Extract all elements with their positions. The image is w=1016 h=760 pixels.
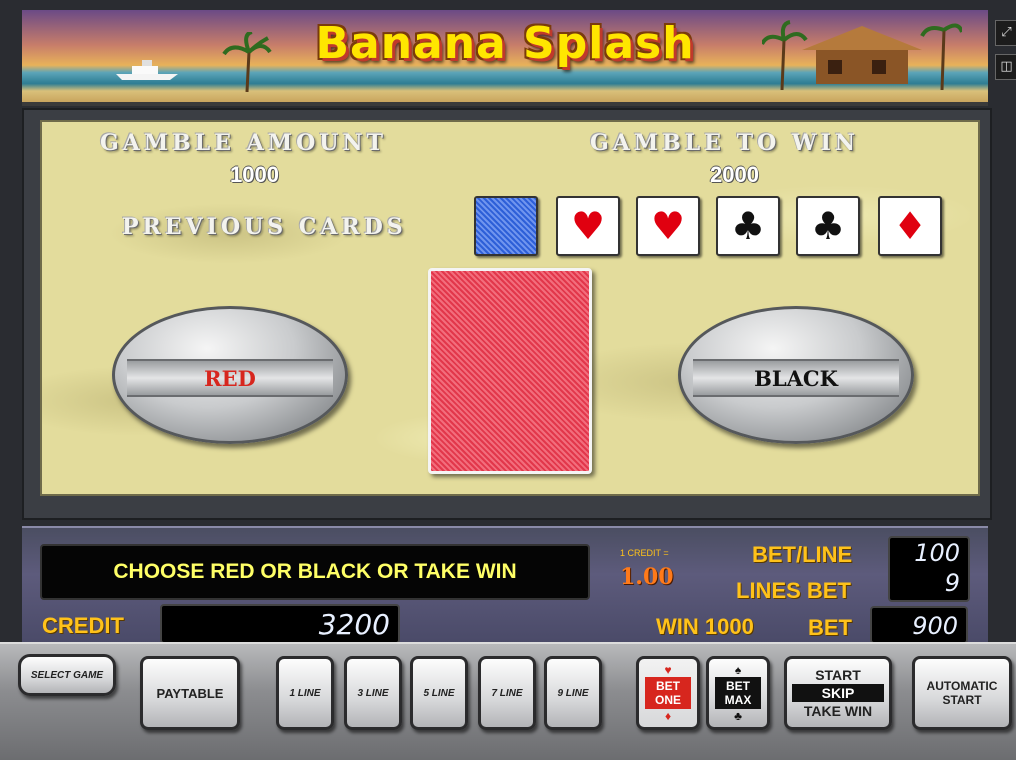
gamble-to-win-label: GAMBLE TO WIN	[590, 130, 860, 156]
heart-icon: ♥	[650, 204, 686, 248]
heart-icon: ♥	[570, 204, 606, 248]
bet-value: 900	[870, 606, 968, 644]
diamond-icon: ♦	[664, 709, 672, 723]
red-button[interactable]: RED	[112, 306, 348, 444]
bet-max-button[interactable]: ♠ BET MAX ♣	[706, 656, 770, 730]
spade-icon: ♠	[734, 663, 742, 677]
bet-one-button[interactable]: ♥ BET ONE ♦	[636, 656, 700, 730]
credit-label: CREDIT	[42, 613, 124, 638]
red-button-label: RED	[127, 359, 333, 397]
bet-line-value: 100	[914, 539, 960, 567]
previous-card-1	[474, 196, 538, 256]
lines-bet-label: LINES BET	[736, 578, 851, 603]
line-5-button[interactable]: 5 LINE	[410, 656, 468, 730]
credit-note: 1 CREDIT =	[620, 548, 669, 558]
bet-line-label: BET/LINE	[752, 542, 853, 567]
line-7-button[interactable]: 7 LINE	[478, 656, 536, 730]
black-button[interactable]: BLACK	[678, 306, 914, 444]
previous-card-2: ♥	[556, 196, 620, 256]
game-title: Banana Splash	[315, 18, 695, 69]
gamble-card-back	[428, 268, 592, 474]
previous-cards-label: PREVIOUS CARDS	[122, 214, 407, 240]
gamble-amount-value: 1000	[230, 162, 279, 187]
camera-icon[interactable]: ◫	[995, 54, 1016, 80]
paytable-button[interactable]: PAYTABLE	[140, 656, 240, 730]
club-icon: ♣	[734, 709, 742, 723]
expand-icon[interactable]: ⤢	[995, 20, 1016, 46]
diamond-icon: ♦	[892, 204, 928, 248]
credit-value: 3200	[160, 604, 400, 644]
bet-max-label: BET MAX	[715, 677, 761, 709]
bet-one-label: BET ONE	[645, 677, 691, 709]
lines-bet-value: 9	[944, 569, 960, 597]
skip-label: SKIP	[792, 684, 884, 702]
line-1-button[interactable]: 1 LINE	[276, 656, 334, 730]
previous-card-4: ♣	[716, 196, 780, 256]
gamble-amount-label: GAMBLE AMOUNT	[100, 130, 387, 156]
start-label: START	[815, 667, 861, 683]
black-button-label: BLACK	[693, 359, 899, 397]
gamble-to-win-value: 2000	[710, 162, 759, 187]
status-message: CHOOSE RED OR BLACK OR TAKE WIN	[40, 544, 590, 600]
heart-icon: ♥	[664, 663, 672, 677]
bet-label: BET	[808, 615, 852, 640]
take-win-label: TAKE WIN	[803, 703, 873, 719]
club-icon: ♣	[810, 204, 846, 248]
line-9-button[interactable]: 9 LINE	[544, 656, 602, 730]
line-3-button[interactable]: 3 LINE	[344, 656, 402, 730]
game-banner: Banana Splash	[22, 10, 988, 106]
start-skip-takewin-button[interactable]: START SKIP TAKE WIN	[784, 656, 892, 730]
club-icon: ♣	[730, 204, 766, 248]
credit-rate: 1.00	[620, 564, 674, 590]
win-label: WIN 1000	[656, 614, 754, 639]
automatic-start-button[interactable]: AUTOMATIC START	[912, 656, 1012, 730]
bet-readout: 100 9	[888, 536, 970, 602]
previous-card-5: ♣	[796, 196, 860, 256]
previous-card-6: ♦	[878, 196, 942, 256]
select-game-button[interactable]: SELECT GAME	[18, 654, 116, 696]
previous-card-3: ♥	[636, 196, 700, 256]
